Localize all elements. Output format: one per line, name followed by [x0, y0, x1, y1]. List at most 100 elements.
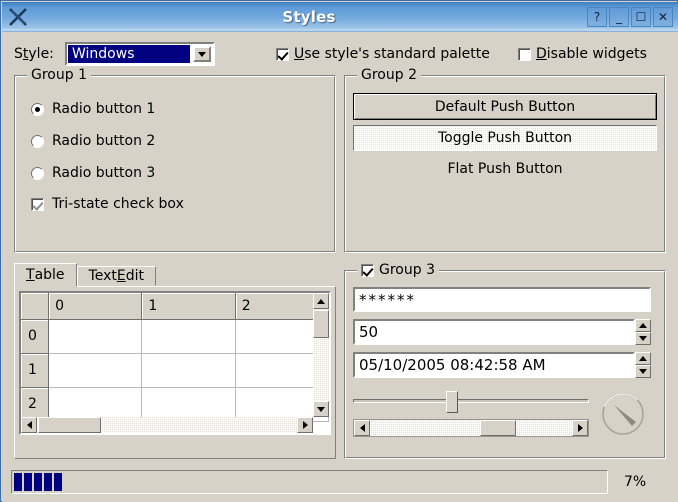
triangle-up-icon	[639, 323, 647, 328]
radio-icon-selected	[31, 103, 44, 116]
status-bar: 7%	[5, 464, 675, 500]
table-corner-cell[interactable]	[21, 293, 49, 319]
radio-button-3[interactable]: Radio button 3	[31, 165, 155, 181]
radio-button-3-label: Radio button 3	[52, 165, 155, 181]
spinbox-value-field[interactable]: 50	[353, 319, 635, 345]
triangle-right-icon	[303, 421, 308, 429]
scroll-left-button[interactable]	[21, 417, 37, 433]
toggle-push-button[interactable]: Toggle Push Button	[353, 125, 657, 151]
title-bar-buttons: ? _ ☐ ✕	[587, 7, 673, 27]
table-view[interactable]: 0 1 2 0 1	[19, 291, 331, 435]
scroll-right-button[interactable]	[297, 417, 313, 433]
checkbox-icon-unchecked	[518, 48, 531, 61]
scroll-right-button[interactable]	[572, 420, 588, 436]
checkbox-icon-checked[interactable]	[361, 264, 374, 277]
progress-chunk	[34, 473, 42, 491]
tab-text-edit[interactable]: Text Edit	[77, 266, 156, 286]
style-combobox-value: Windows	[68, 45, 190, 63]
table-cell[interactable]	[49, 353, 142, 387]
spin-down-button[interactable]	[635, 332, 651, 345]
radio-button-1[interactable]: Radio button 1	[31, 101, 155, 117]
chevron-down-icon[interactable]	[193, 46, 211, 62]
datetime-stepper[interactable]	[635, 352, 651, 378]
progress-percent-label: 7%	[624, 474, 646, 490]
styles-window: Styles ? _ ☐ ✕ Style: Windows	[0, 0, 678, 502]
table-vertical-scrollbar[interactable]	[313, 293, 329, 417]
table-row: 1	[21, 353, 329, 387]
radio-button-1-label: Radio button 1	[52, 101, 155, 117]
progress-chunk	[54, 473, 62, 491]
window-title: Styles	[31, 8, 587, 26]
dial-widget[interactable]	[600, 391, 646, 437]
style-combobox[interactable]: Windows	[65, 42, 215, 66]
window-frame: Styles ? _ ☐ ✕ Style: Windows	[0, 0, 678, 502]
progress-chunks	[14, 473, 62, 491]
scrollbar-thumb[interactable]	[480, 420, 516, 436]
progress-bar	[11, 470, 608, 494]
table-horizontal-scrollbar[interactable]	[21, 417, 313, 433]
vertical-scroll-thumb[interactable]	[313, 310, 329, 338]
column-header-0[interactable]: 0	[49, 293, 142, 319]
radio-icon-unselected	[31, 167, 44, 180]
table-cell[interactable]	[142, 387, 235, 421]
scroll-up-button[interactable]	[313, 293, 329, 309]
radio-icon-unselected	[31, 135, 44, 148]
radio-button-2[interactable]: Radio button 2	[31, 133, 155, 149]
group-2: Group 2 Default Push Button Toggle Push …	[344, 75, 666, 253]
client-area: Style: Windows Use style's standard pale…	[2, 32, 678, 502]
progress-chunk	[24, 473, 32, 491]
datetime-up-button[interactable]	[635, 352, 651, 365]
use-standard-palette-checkbox[interactable]: Use style's standard palette	[276, 46, 490, 62]
tri-state-label: Tri-state check box	[52, 196, 184, 212]
group-1-title: Group 1	[27, 67, 91, 83]
disable-widgets-label: Disable widgets	[536, 46, 647, 62]
table-cell[interactable]	[49, 387, 142, 421]
data-table[interactable]: 0 1 2 0 1	[21, 293, 329, 422]
triangle-left-icon	[27, 421, 32, 429]
triangle-down-icon	[639, 369, 647, 374]
scroll-left-button[interactable]	[354, 420, 370, 436]
row-header-0[interactable]: 0	[21, 319, 49, 353]
triangle-up-icon	[317, 299, 325, 304]
row-header-1[interactable]: 1	[21, 353, 49, 387]
datetime-field[interactable]: 05/10/2005 08:42:58 AM	[353, 352, 635, 378]
slider-handle[interactable]	[446, 391, 458, 413]
tri-state-check-box[interactable]: Tri-state check box	[31, 196, 184, 212]
style-label: Style:	[14, 46, 54, 62]
tab-table[interactable]: Table	[14, 263, 77, 287]
maximize-button[interactable]: ☐	[631, 7, 651, 27]
scroll-down-button[interactable]	[313, 401, 329, 417]
style-toolbar: Style: Windows Use style's standard pale…	[14, 42, 670, 68]
disable-widgets-checkbox[interactable]: Disable widgets	[518, 46, 647, 62]
minimize-button[interactable]: _	[609, 7, 629, 27]
close-button[interactable]: ✕	[653, 7, 673, 27]
chevron-down-glyph	[198, 52, 206, 57]
x-logo-icon	[5, 4, 31, 30]
radio-button-2-label: Radio button 2	[52, 133, 155, 149]
column-header-1[interactable]: 1	[142, 293, 235, 319]
row-header-2[interactable]: 2	[21, 387, 49, 421]
tab-bar: Table Text Edit	[14, 263, 156, 287]
table-cell[interactable]	[142, 319, 235, 353]
group-3-scrollbar[interactable]	[353, 419, 589, 437]
use-standard-palette-label: Use style's standard palette	[294, 46, 490, 62]
dial-icon	[600, 391, 646, 437]
tab-widget: Table Text Edit 0 1 2	[14, 263, 336, 459]
horizontal-scroll-thumb[interactable]	[38, 417, 101, 433]
checkbox-icon-checked	[276, 48, 289, 61]
horizontal-slider[interactable]	[353, 390, 589, 414]
flat-push-button[interactable]: Flat Push Button	[353, 156, 657, 182]
table-cell[interactable]	[49, 319, 142, 353]
datetime-down-button[interactable]	[635, 365, 651, 378]
title-bar[interactable]: Styles ? _ ☐ ✕	[2, 2, 678, 32]
spinbox-stepper[interactable]	[635, 319, 651, 345]
triangle-left-icon	[360, 424, 365, 432]
default-push-button[interactable]: Default Push Button	[353, 93, 657, 120]
triangle-down-icon	[317, 407, 325, 412]
table-cell[interactable]	[142, 353, 235, 387]
group-2-title: Group 2	[357, 67, 421, 83]
group-3-title[interactable]: Group 3	[357, 262, 439, 278]
spin-up-button[interactable]	[635, 319, 651, 332]
help-button[interactable]: ?	[587, 7, 607, 27]
password-field[interactable]: ******	[353, 287, 651, 312]
